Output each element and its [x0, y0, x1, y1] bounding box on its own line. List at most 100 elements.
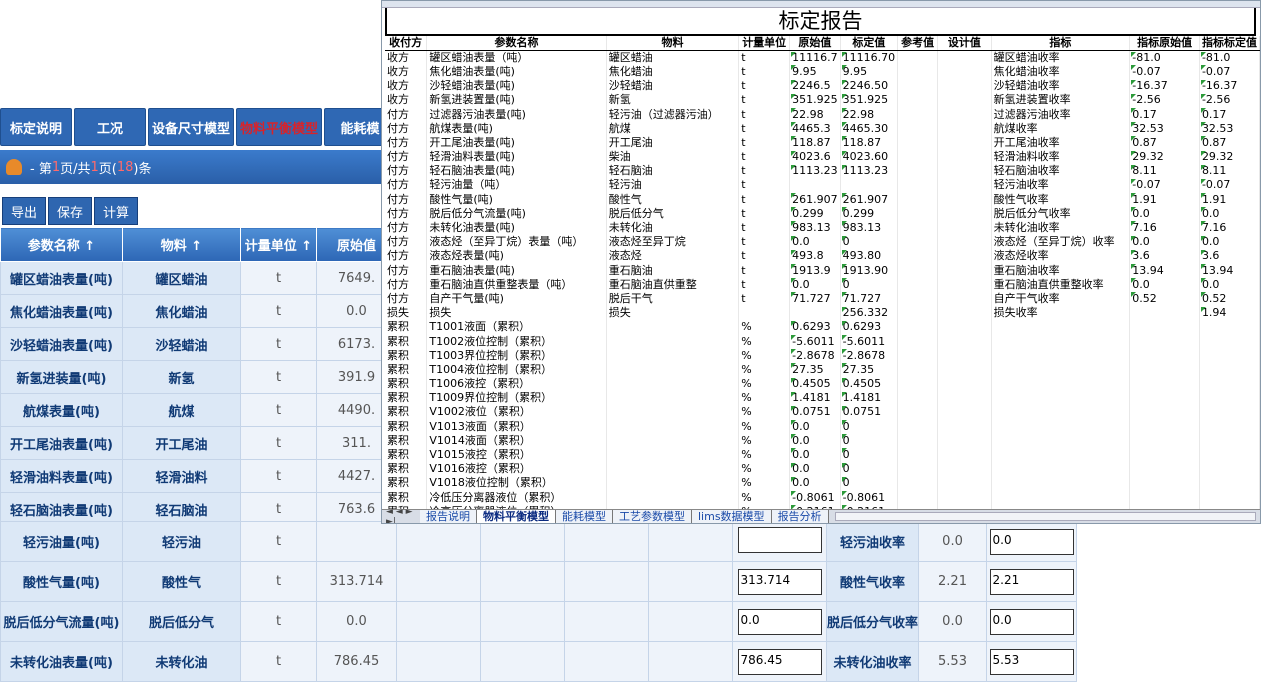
grid-cell[interactable]: [897, 305, 939, 320]
grid-cell[interactable]: [1199, 419, 1260, 434]
grid-cell[interactable]: 付方: [385, 106, 428, 122]
grid-cell[interactable]: 开工尾油: [606, 135, 740, 150]
column-header[interactable]: 物料 ↑: [122, 227, 241, 262]
grid-cell[interactable]: 0.0: [789, 461, 841, 476]
grid-cell[interactable]: 脱后干气: [606, 291, 740, 306]
grid-cell[interactable]: [937, 234, 992, 249]
index-value-input[interactable]: 2.21: [989, 568, 1074, 595]
grid-cell[interactable]: 0.0: [789, 447, 841, 462]
grid-cell[interactable]: 液态烃（至异丁烷）表量（吨）: [426, 234, 607, 249]
grid-cell[interactable]: 重石脑油直供重整收率: [991, 277, 1131, 292]
index-value-input[interactable]: 5.53: [989, 648, 1074, 675]
grid-cell[interactable]: -2.56: [1199, 92, 1260, 107]
grid-cell[interactable]: V1014液面（累积）: [426, 433, 607, 448]
grid-cell[interactable]: 9.95: [789, 64, 841, 79]
grid-cell[interactable]: [937, 461, 992, 476]
grid-cell[interactable]: [937, 248, 992, 263]
grid-cell[interactable]: [1129, 475, 1200, 490]
grid-cell[interactable]: 256.332: [840, 305, 899, 320]
grid-cell[interactable]: 焦化蜡油表量(吨): [426, 64, 607, 79]
grid-cell[interactable]: [840, 177, 899, 193]
grid-cell[interactable]: T1006液控（累积）: [426, 376, 607, 391]
grid-cell[interactable]: 27.35: [840, 362, 899, 377]
grid-cell[interactable]: 航煤: [606, 121, 740, 136]
grid-cell[interactable]: t: [738, 291, 791, 306]
grid-cell[interactable]: 1.4181: [840, 390, 899, 405]
grid-cell[interactable]: [937, 149, 992, 164]
grid-cell[interactable]: [789, 177, 841, 193]
grid-cell[interactable]: [1199, 333, 1260, 349]
grid-cell[interactable]: 7.16: [1199, 220, 1260, 235]
grid-cell[interactable]: %: [738, 319, 791, 334]
grid-cell[interactable]: 11116.7: [789, 50, 841, 65]
grid-cell[interactable]: 累积: [385, 362, 428, 377]
grid-cell[interactable]: [937, 121, 992, 136]
grid-cell[interactable]: [1129, 362, 1200, 377]
grid-cell[interactable]: t: [738, 64, 791, 79]
grid-cell[interactable]: [606, 404, 740, 420]
grid-cell[interactable]: [937, 305, 992, 320]
grid-header[interactable]: 参数名称: [426, 36, 607, 51]
grid-cell[interactable]: 0.87: [1129, 135, 1200, 150]
index-value-input[interactable]: 0.0: [989, 528, 1074, 555]
grid-cell[interactable]: t: [738, 177, 791, 193]
grid-cell[interactable]: [897, 390, 939, 405]
grid-cell[interactable]: 付方: [385, 192, 428, 207]
grid-cell[interactable]: t: [738, 234, 791, 249]
grid-cell[interactable]: [991, 348, 1131, 363]
grid-cell[interactable]: [897, 333, 939, 349]
grid-cell[interactable]: [897, 419, 939, 434]
grid-cell[interactable]: 1113.23: [789, 163, 841, 178]
save-button[interactable]: 保存: [48, 197, 93, 225]
grid-cell[interactable]: [1199, 433, 1260, 448]
grid-cell[interactable]: [897, 319, 939, 334]
grid-cell[interactable]: t: [738, 106, 791, 122]
grid-cell[interactable]: 液态烃: [606, 248, 740, 263]
grid-cell[interactable]: 0.299: [840, 206, 899, 221]
grid-cell[interactable]: 0: [840, 234, 899, 249]
grid-cell[interactable]: [937, 50, 992, 65]
grid-cell[interactable]: [897, 177, 939, 193]
grid-cell[interactable]: [991, 419, 1131, 434]
grid-cell[interactable]: 累积: [385, 475, 428, 490]
grid-cell[interactable]: 1.4181: [789, 390, 841, 405]
grid-cell[interactable]: 0.0: [1199, 234, 1260, 249]
grid-cell[interactable]: 29.32: [1129, 149, 1200, 164]
grid-cell[interactable]: [937, 490, 992, 505]
grid-cell[interactable]: 0.4505: [789, 376, 841, 391]
grid-cell[interactable]: [991, 490, 1131, 505]
grid-cell[interactable]: 付方: [385, 149, 428, 164]
grid-cell[interactable]: 损失: [426, 305, 607, 320]
grid-cell[interactable]: 损失收率: [991, 305, 1131, 320]
grid-header[interactable]: 物料: [606, 36, 740, 51]
grid-cell[interactable]: 付方: [385, 206, 428, 221]
grid-cell[interactable]: %: [738, 419, 791, 434]
grid-cell[interactable]: 0.0: [1199, 206, 1260, 221]
grid-cell[interactable]: 累积: [385, 490, 428, 505]
grid-cell[interactable]: 轻污油（过滤器污油）: [606, 106, 740, 122]
grid-cell[interactable]: [897, 135, 939, 150]
grid-cell[interactable]: [1129, 319, 1200, 334]
grid-cell[interactable]: [937, 447, 992, 462]
grid-header[interactable]: 设计值: [937, 36, 992, 51]
grid-cell[interactable]: 液态烃表量(吨): [426, 248, 607, 263]
grid-cell[interactable]: 0.6293: [840, 319, 899, 334]
grid-cell[interactable]: [606, 475, 740, 490]
grid-cell[interactable]: t: [738, 263, 791, 278]
grid-cell[interactable]: [606, 333, 740, 349]
grid-cell[interactable]: 未转化油表量(吨): [426, 220, 607, 235]
grid-cell[interactable]: 收方: [385, 50, 428, 65]
grid-cell[interactable]: 0.0: [789, 433, 841, 448]
grid-cell[interactable]: [937, 348, 992, 363]
grid-header[interactable]: 指标原始值: [1129, 36, 1200, 51]
grid-cell[interactable]: 0.0: [789, 419, 841, 434]
grid-cell[interactable]: [937, 135, 992, 150]
grid-cell[interactable]: 13.94: [1129, 263, 1200, 278]
grid-cell[interactable]: [606, 433, 740, 448]
grid-cell[interactable]: 酸性气量(吨): [426, 192, 607, 207]
grid-cell[interactable]: 轻石脑油收率: [991, 163, 1131, 178]
grid-cell[interactable]: 累积: [385, 348, 428, 363]
grid-cell[interactable]: -2.56: [1129, 92, 1200, 107]
grid-cell[interactable]: [897, 490, 939, 505]
compute-button[interactable]: 计算: [94, 197, 139, 225]
